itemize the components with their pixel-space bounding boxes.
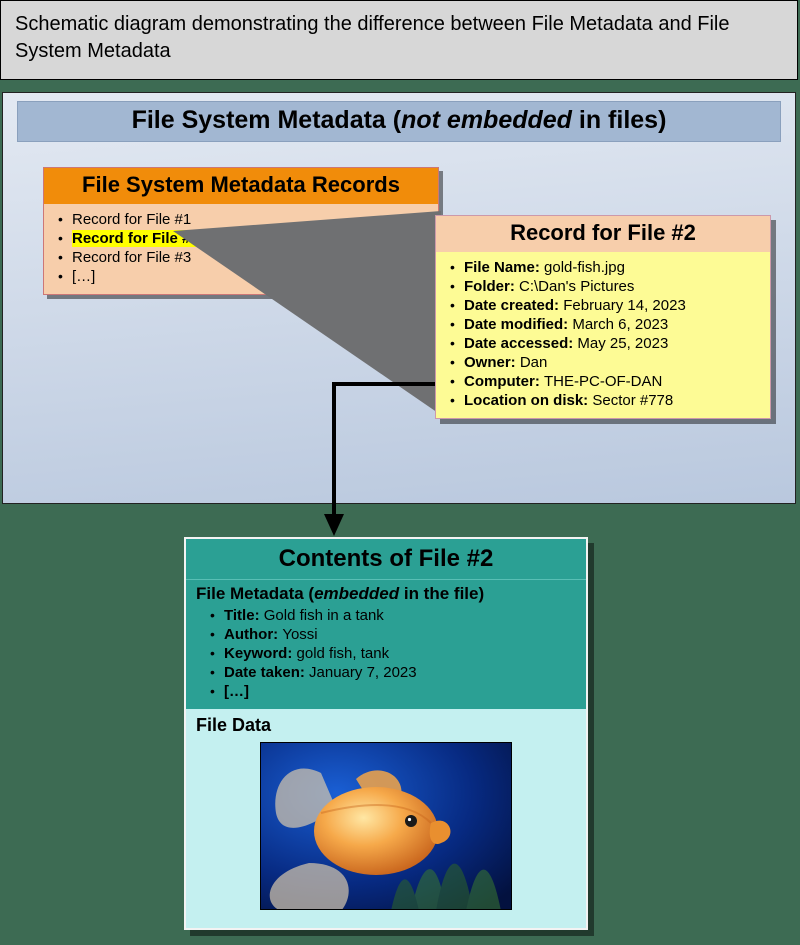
file-meta-field: Date taken: January 7, 2023 (208, 663, 576, 682)
records-body: Record for File #1Record for File #2Reco… (44, 204, 438, 294)
records-header: File System Metadata Records (44, 168, 438, 204)
file-contents-box: Contents of File #2 File Metadata (embed… (184, 537, 588, 930)
filesystem-metadata-panel: File System Metadata (not embedded in fi… (2, 92, 796, 504)
detail-field: Owner: Dan (448, 353, 762, 372)
file-metadata-header: File Metadata (embedded in the file) (186, 580, 586, 606)
record-item: Record for File #3 (58, 248, 432, 267)
detail-field: Date created: February 14, 2023 (448, 296, 762, 315)
detail-field: Date accessed: May 25, 2023 (448, 334, 762, 353)
caption-text: Schematic diagram demonstrating the diff… (15, 13, 729, 62)
detail-field: Folder: C:\Dan's Pictures (448, 277, 762, 296)
file-meta-field: Title: Gold fish in a tank (208, 606, 576, 625)
file-meta-field: Keyword: gold fish, tank (208, 644, 576, 663)
record-detail-box: Record for File #2 File Name: gold-fish.… (435, 215, 771, 419)
file-data-label: File Data (196, 715, 576, 742)
file-data-image (260, 742, 512, 910)
detail-field: File Name: gold-fish.jpg (448, 258, 762, 277)
file-meta-field: […] (208, 682, 576, 701)
diagram-caption: Schematic diagram demonstrating the diff… (0, 0, 798, 80)
record-item: […] (58, 267, 432, 286)
records-list-box: File System Metadata Records Record for … (43, 167, 439, 295)
record-item-highlight: Record for File #2 (72, 230, 199, 247)
record-detail-header: Record for File #2 (436, 216, 770, 252)
file-metadata-body: Title: Gold fish in a tankAuthor: YossiK… (186, 606, 586, 709)
detail-field: Computer: THE-PC-OF-DAN (448, 372, 762, 391)
detail-field: Date modified: March 6, 2023 (448, 315, 762, 334)
record-detail-body: File Name: gold-fish.jpgFolder: C:\Dan's… (436, 252, 770, 418)
record-item: Record for File #1 (58, 210, 432, 229)
file-contents-title: Contents of File #2 (186, 539, 586, 580)
file-contents-top: Contents of File #2 File Metadata (embed… (186, 539, 586, 709)
detail-field: Location on disk: Sector #778 (448, 391, 762, 410)
file-data-section: File Data (186, 709, 586, 928)
record-item: Record for File #2 (58, 229, 432, 248)
filesystem-panel-title: File System Metadata (not embedded in fi… (17, 101, 781, 142)
file-meta-field: Author: Yossi (208, 625, 576, 644)
